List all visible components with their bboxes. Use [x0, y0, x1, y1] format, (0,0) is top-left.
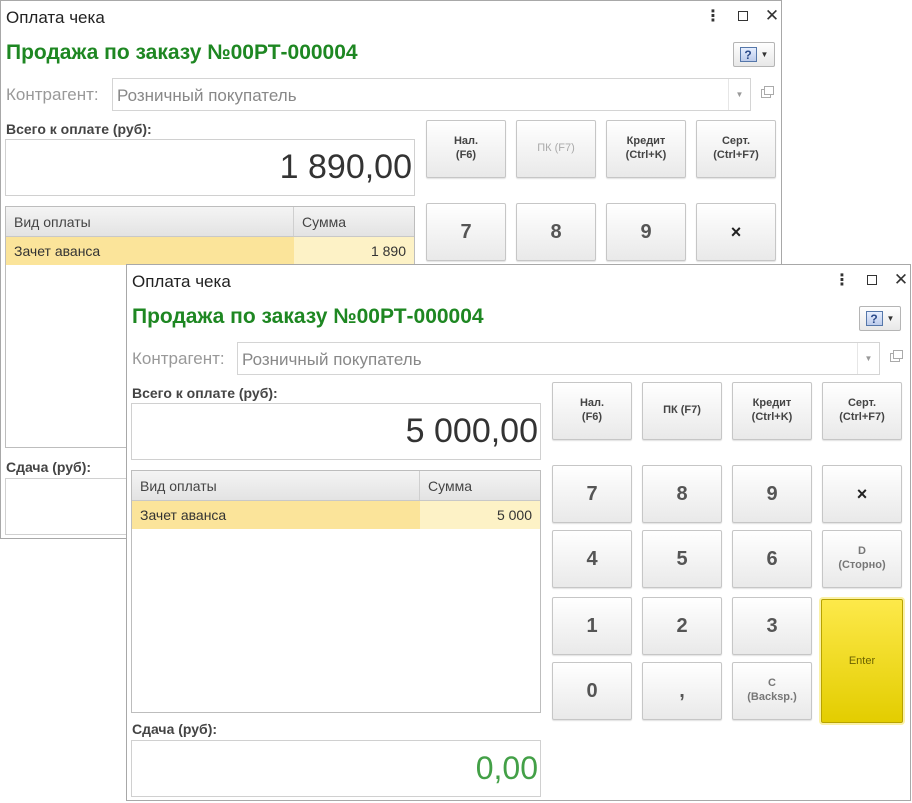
contractor-label: Контрагент:: [132, 349, 225, 368]
card-payment-button[interactable]: ПК (F7): [516, 120, 596, 178]
window-titlebar: Оплата чека ⋮ ✕: [127, 265, 910, 295]
window-title: Оплата чека: [132, 272, 231, 291]
table-row[interactable]: Зачет аванса 5 000: [132, 501, 540, 529]
table-row[interactable]: Зачет аванса 1 890: [6, 237, 414, 265]
help-button[interactable]: ? ▼: [733, 42, 775, 67]
certificate-payment-button[interactable]: Серт. (Ctrl+F7): [696, 120, 776, 178]
credit-payment-button[interactable]: Кредит (Ctrl+K): [606, 120, 686, 178]
change-label: Сдача (руб):: [6, 459, 92, 475]
keypad-4-button[interactable]: 4: [552, 530, 632, 588]
keypad-8-button[interactable]: 8: [516, 203, 596, 261]
total-label: Всего к оплате (руб):: [6, 121, 152, 137]
keypad-6-button[interactable]: 6: [732, 530, 812, 588]
keypad-9-button[interactable]: 9: [732, 465, 812, 523]
payment-type-cell: Зачет аванса: [6, 237, 294, 265]
keypad-7-button[interactable]: 7: [426, 203, 506, 261]
column-header-amount[interactable]: Сумма: [294, 207, 414, 236]
column-header-payment-type[interactable]: Вид оплаты: [132, 471, 420, 500]
keypad-1-button[interactable]: 1: [552, 597, 632, 655]
contractor-field[interactable]: Розничный покупатель ▼: [112, 78, 751, 111]
open-form-icon[interactable]: [759, 85, 774, 100]
backspace-button[interactable]: C (Backsp.): [732, 662, 812, 720]
table-header: Вид оплаты Сумма: [6, 207, 414, 237]
help-icon: ?: [739, 47, 757, 62]
change-label: Сдача (руб):: [132, 721, 218, 737]
close-icon[interactable]: ✕: [763, 6, 781, 25]
change-amount-value: 0,00: [475, 750, 538, 786]
payment-amount-cell: 5 000: [420, 501, 540, 529]
cash-payment-button[interactable]: Нал. (F6): [426, 120, 506, 178]
total-amount-value: 1 890,00: [279, 148, 412, 186]
close-icon[interactable]: ✕: [892, 270, 910, 289]
contractor-field[interactable]: Розничный покупатель ▼: [237, 342, 880, 375]
help-icon: ?: [865, 311, 883, 326]
open-form-icon[interactable]: [888, 349, 903, 364]
payments-table: Вид оплаты Сумма Зачет аванса 5 000: [131, 470, 541, 713]
column-header-amount[interactable]: Сумма: [420, 471, 540, 500]
keypad-9-button[interactable]: 9: [606, 203, 686, 261]
table-header: Вид оплаты Сумма: [132, 471, 540, 501]
total-label: Всего к оплате (руб):: [132, 385, 278, 401]
total-amount-value: 5 000,00: [405, 412, 538, 450]
more-vertical-icon[interactable]: ⋮: [704, 7, 722, 25]
dropdown-arrow-icon[interactable]: ▼: [857, 343, 879, 374]
chevron-down-icon: ▼: [760, 50, 769, 59]
column-header-payment-type[interactable]: Вид оплаты: [6, 207, 294, 236]
payment-window: Оплата чека ⋮ ✕ Продажа по заказу №00РТ-…: [126, 264, 911, 801]
window-titlebar: Оплата чека ⋮ ✕: [1, 1, 781, 31]
document-title: Продажа по заказу №00РТ-000004: [132, 305, 484, 328]
maximize-icon[interactable]: [863, 271, 881, 289]
cash-payment-button[interactable]: Нал. (F6): [552, 382, 632, 440]
multiply-button[interactable]: ×: [822, 465, 902, 523]
dropdown-arrow-icon[interactable]: ▼: [728, 79, 750, 110]
total-amount-field: 1 890,00: [5, 139, 415, 196]
contractor-value: Розничный покупатель: [242, 350, 422, 369]
card-payment-button[interactable]: ПК (F7): [642, 382, 722, 440]
certificate-payment-button[interactable]: Серт. (Ctrl+F7): [822, 382, 902, 440]
total-amount-field: 5 000,00: [131, 403, 541, 460]
help-button[interactable]: ? ▼: [859, 306, 901, 331]
maximize-icon[interactable]: [734, 7, 752, 25]
comma-button[interactable]: ,: [642, 662, 722, 720]
contractor-value: Розничный покупатель: [117, 86, 297, 105]
payment-amount-cell: 1 890: [294, 237, 414, 265]
storno-button[interactable]: D (Сторно): [822, 530, 902, 588]
chevron-down-icon: ▼: [886, 314, 895, 323]
keypad-8-button[interactable]: 8: [642, 465, 722, 523]
contractor-label: Контрагент:: [6, 85, 99, 104]
more-vertical-icon[interactable]: ⋮: [833, 271, 851, 289]
window-title: Оплата чека: [6, 8, 105, 27]
change-amount-field: 0,00: [131, 740, 541, 797]
payment-type-cell: Зачет аванса: [132, 501, 420, 529]
keypad-0-button[interactable]: 0: [552, 662, 632, 720]
document-title: Продажа по заказу №00РТ-000004: [6, 41, 358, 64]
keypad-7-button[interactable]: 7: [552, 465, 632, 523]
multiply-button[interactable]: ×: [696, 203, 776, 261]
enter-button[interactable]: Enter: [821, 599, 903, 723]
credit-payment-button[interactable]: Кредит (Ctrl+K): [732, 382, 812, 440]
keypad-2-button[interactable]: 2: [642, 597, 722, 655]
keypad-5-button[interactable]: 5: [642, 530, 722, 588]
keypad-3-button[interactable]: 3: [732, 597, 812, 655]
